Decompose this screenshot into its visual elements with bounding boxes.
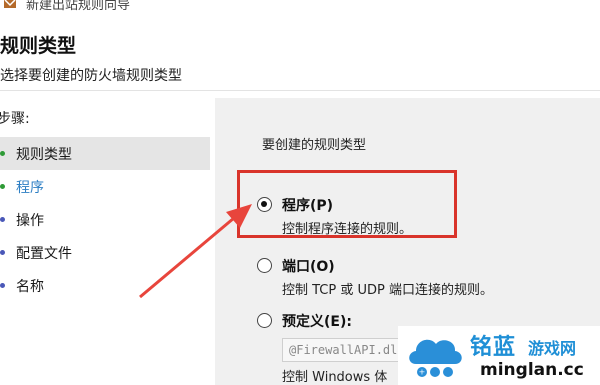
steps-list: 规则类型 程序 操作 配置文件 名称	[0, 137, 210, 302]
step-label: 程序	[16, 179, 44, 196]
step-program[interactable]: 程序	[0, 170, 210, 203]
header-divider	[0, 90, 600, 91]
panel-heading: 要创建的规则类型	[262, 138, 367, 153]
cloud-logo-icon: +	[409, 339, 462, 377]
step-name[interactable]: 名称	[0, 269, 210, 302]
watermark-url: minglan.cc	[480, 360, 584, 380]
step-action[interactable]: 操作	[0, 203, 210, 236]
step-bullet-icon	[0, 151, 5, 156]
title-bar: 新建出站规则向导	[0, 0, 600, 16]
option-label[interactable]: 端口(O)	[282, 256, 335, 276]
watermark: + 铭蓝 游戏网 minglan.cc	[398, 326, 600, 385]
predefined-radio[interactable]	[257, 313, 272, 328]
step-bullet-icon	[0, 250, 5, 255]
option-label[interactable]: 预定义(E):	[282, 311, 352, 331]
step-bullet-icon	[0, 283, 5, 288]
step-bullet-icon	[0, 217, 5, 222]
port-radio[interactable]	[257, 258, 272, 273]
watermark-brand: 铭蓝	[470, 335, 517, 360]
option-description: 控制 TCP 或 UDP 端口连接的规则。	[282, 283, 493, 298]
page-subtitle: 选择要创建的防火墙规则类型	[0, 68, 182, 84]
step-label: 配置文件	[16, 245, 72, 262]
step-bullet-icon	[0, 184, 5, 189]
highlight-box	[237, 170, 457, 238]
step-profile[interactable]: 配置文件	[0, 236, 210, 269]
svg-text:+: +	[419, 368, 426, 377]
steps-heading: 步骤:	[0, 111, 30, 127]
step-rule-type[interactable]: 规则类型	[0, 137, 210, 170]
step-label: 名称	[16, 278, 44, 295]
page-title: 规则类型	[0, 35, 77, 57]
step-label: 规则类型	[16, 146, 72, 163]
watermark-tagline: 游戏网	[528, 339, 577, 358]
step-label: 操作	[16, 212, 44, 229]
predefined-description: 控制 Windows 体	[282, 370, 388, 385]
window-title: 新建出站规则向导	[26, 0, 131, 13]
firewall-wizard-icon	[4, 0, 16, 8]
predefined-select[interactable]: @FirewallAPI.dll,	[282, 338, 400, 362]
